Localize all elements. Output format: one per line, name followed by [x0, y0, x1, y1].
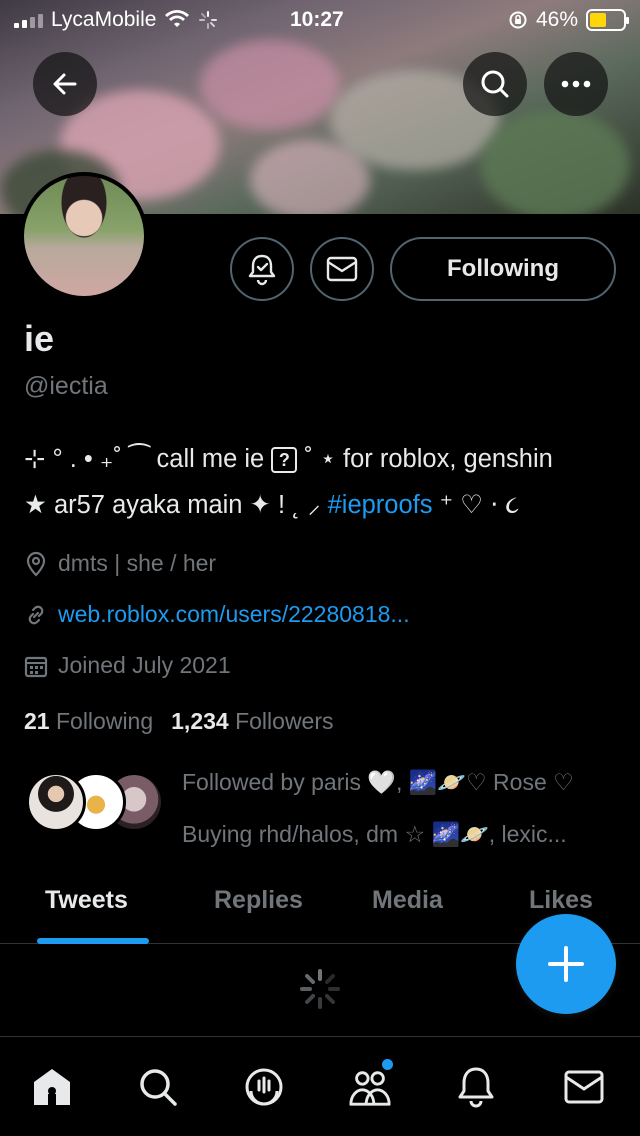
spaces-icon	[245, 1068, 283, 1106]
battery-icon	[586, 9, 629, 31]
website-row: web.roblox.com/users/22280818...	[24, 601, 410, 628]
bio-line1-suffix: ˚ ⋆ for roblox, genshin	[304, 445, 553, 473]
carrier-name: LycaMobile	[51, 8, 157, 31]
followers-count: 1,234	[171, 708, 229, 734]
following-label: Following	[55, 708, 154, 734]
signal-icon	[14, 12, 43, 28]
rotation-lock-icon	[509, 11, 527, 29]
search-icon	[140, 1069, 177, 1106]
home-icon	[34, 1069, 70, 1105]
active-tab-indicator	[37, 938, 149, 944]
more-button[interactable]	[544, 52, 608, 116]
nav-notifications[interactable]	[454, 1065, 498, 1109]
arrow-left-icon	[53, 73, 77, 95]
tab-media[interactable]: Media	[372, 886, 443, 915]
bottom-nav	[0, 1036, 640, 1136]
followed-by-line1: Followed by paris 🤍, 🌌🪐♡ Rose ♡	[182, 769, 574, 795]
calendar-icon	[24, 656, 48, 677]
mutual-avatar	[26, 772, 86, 832]
website-link[interactable]: web.roblox.com/users/22280818...	[58, 601, 410, 628]
joined-row: Joined July 2021	[24, 652, 231, 679]
location-row: dmts | she / her	[24, 550, 216, 577]
battery-percent: 46%	[535, 8, 578, 31]
compose-button[interactable]	[516, 914, 616, 1014]
tab-likes[interactable]: Likes	[529, 886, 593, 915]
nav-home[interactable]	[30, 1065, 74, 1109]
joined-text: Joined July 2021	[58, 652, 231, 678]
bio-hashtag-link[interactable]: #ieproofs	[328, 491, 433, 519]
nav-search[interactable]	[136, 1065, 180, 1109]
notifications-icon	[458, 1067, 494, 1108]
nav-communities[interactable]	[348, 1065, 392, 1109]
nav-spaces[interactable]	[242, 1065, 286, 1109]
tab-replies[interactable]: Replies	[214, 886, 303, 915]
notifications-toggle-button[interactable]	[230, 237, 294, 301]
bell-check-icon	[248, 254, 276, 286]
display-name: ie	[24, 318, 55, 359]
mail-icon	[326, 256, 358, 282]
avatar[interactable]	[20, 172, 148, 300]
more-icon	[561, 80, 591, 88]
message-button[interactable]	[310, 237, 374, 301]
loading-icon	[199, 11, 218, 29]
plus-icon	[548, 946, 584, 982]
bio-line2-prefix: ★ ar57 ayaka main ✦ ! ˛ ⸝	[24, 491, 321, 519]
wifi-icon	[165, 10, 190, 27]
location-pin-icon	[26, 551, 46, 577]
loading-spinner-icon	[300, 969, 340, 1009]
back-button[interactable]	[33, 52, 97, 116]
messages-icon	[564, 1070, 604, 1104]
avatar-image	[24, 176, 144, 296]
following-button[interactable]: Following	[390, 237, 616, 301]
bio-line2-suffix: ⁺ ♡ ⋅ ૮	[439, 491, 520, 519]
clock: 10:27	[290, 8, 344, 31]
follow-counts: 21 Following 1,234 Followers	[24, 708, 334, 735]
carrier: LycaMobile	[14, 8, 218, 32]
tab-tweets[interactable]: Tweets	[45, 886, 128, 915]
followers-label: Followers	[235, 708, 334, 734]
communities-unread-dot	[382, 1059, 393, 1070]
followers-count-link[interactable]: 1,234 Followers	[171, 708, 333, 735]
location-text: dmts | she / her	[58, 550, 217, 576]
communities-icon	[349, 1071, 391, 1106]
bio: ⊹ ° . • ₊˚ ⁀ call me ie ? ˚ ⋆ for roblox…	[24, 436, 624, 528]
mutual-followers-avatars[interactable]	[26, 772, 166, 834]
handle: @iectia	[24, 372, 108, 400]
search-icon	[481, 70, 509, 98]
bio-line1-prefix: ⊹ ° . • ₊˚ ⁀ call me ie	[24, 445, 265, 473]
followed-by-text[interactable]: Followed by paris 🤍, 🌌🪐♡ Rose ♡ Buying r…	[182, 756, 622, 860]
bio-qbox: ?	[271, 447, 298, 474]
status-bar: LycaMobile 10:27 46%	[0, 0, 640, 40]
link-icon	[28, 605, 44, 624]
following-count-link[interactable]: 21 Following	[24, 708, 153, 735]
followed-by-line2: Buying rhd/halos, dm ☆ 🌌🪐, lexic...	[182, 821, 567, 847]
following-count: 21	[24, 708, 50, 734]
nav-messages[interactable]	[562, 1065, 606, 1109]
search-button[interactable]	[463, 52, 527, 116]
